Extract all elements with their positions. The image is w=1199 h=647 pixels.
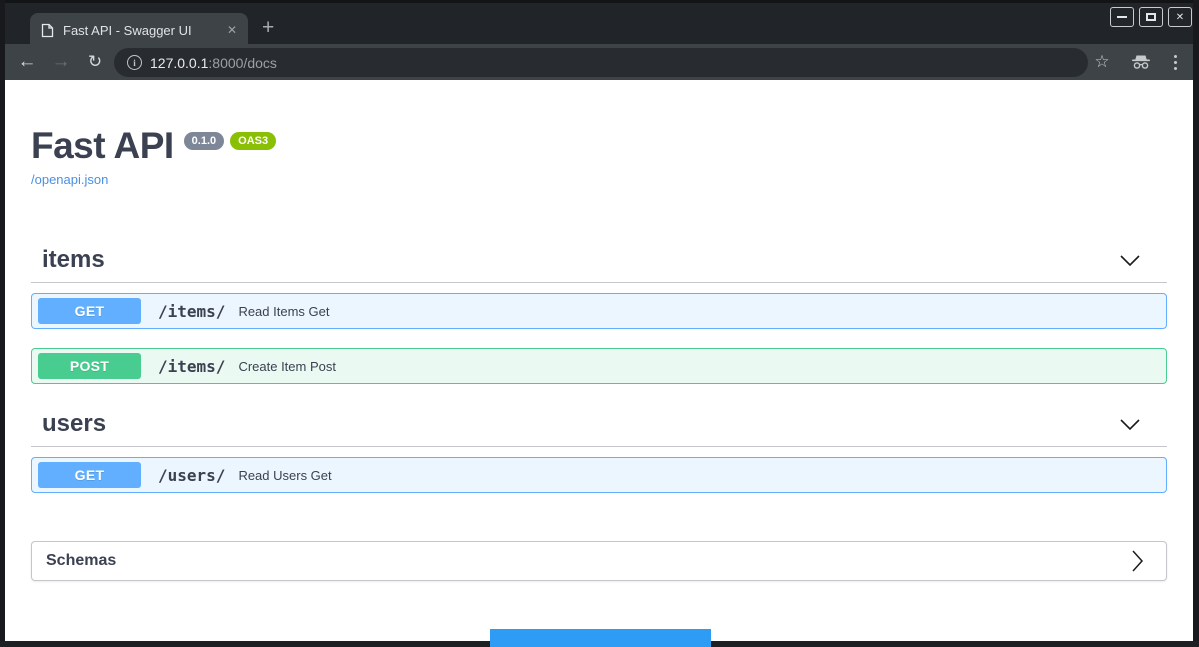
maximize-icon — [1146, 13, 1156, 21]
url-host: 127.0.0.1 — [150, 54, 209, 71]
section-title: items — [42, 246, 105, 273]
browser-menu-icon[interactable] — [1168, 44, 1182, 80]
section-header-items[interactable]: items — [31, 244, 1167, 276]
operation-summary: Create Item Post — [238, 358, 336, 374]
window-controls: ✕ — [1110, 7, 1192, 27]
new-tab-button[interactable]: + — [262, 16, 274, 40]
api-title: Fast API — [31, 125, 174, 166]
site-info-icon[interactable]: i — [127, 55, 142, 70]
url-bar[interactable]: i 127.0.0.1:8000/docs — [114, 48, 1088, 77]
schemas-panel[interactable]: Schemas — [31, 541, 1167, 581]
browser-titlebar: Fast API - Swagger UI ✕ + ✕ — [0, 0, 1199, 47]
operation-row-post-items[interactable]: POST /items/ Create Item Post — [31, 348, 1167, 384]
window-frame-left — [0, 0, 5, 647]
forward-button[interactable]: → — [48, 44, 74, 80]
page-favicon-icon — [41, 23, 54, 38]
operation-row-get-items[interactable]: GET /items/ Read Items Get — [31, 293, 1167, 329]
minimize-icon — [1117, 16, 1127, 18]
section-divider — [31, 446, 1167, 447]
swagger-page: Fast API 0.1.0 OAS3 /openapi.json items … — [5, 80, 1193, 641]
method-badge-post: POST — [38, 353, 141, 379]
section-header-users[interactable]: users — [31, 408, 1167, 440]
window-close-button[interactable]: ✕ — [1168, 7, 1192, 27]
window-minimize-button[interactable] — [1110, 7, 1134, 27]
oas3-badge: OAS3 — [230, 132, 277, 150]
method-badge-get: GET — [38, 462, 141, 488]
chevron-right-icon[interactable] — [1131, 549, 1144, 573]
section-divider — [31, 282, 1167, 283]
browser-tab[interactable]: Fast API - Swagger UI ✕ — [30, 13, 248, 47]
bookmark-star-icon[interactable]: ☆ — [1089, 44, 1115, 80]
operation-path: /users/ — [158, 465, 226, 485]
browser-toolbar: ← → ↻ i 127.0.0.1:8000/docs ☆ — [0, 44, 1199, 80]
back-button[interactable]: ← — [14, 44, 40, 80]
window-maximize-button[interactable] — [1139, 7, 1163, 27]
operation-path: /items/ — [158, 301, 226, 321]
openapi-spec-link[interactable]: /openapi.json — [31, 172, 108, 187]
reload-button[interactable]: ↻ — [82, 44, 108, 80]
url-path: :8000/docs — [208, 54, 277, 71]
incognito-icon[interactable] — [1128, 44, 1154, 80]
chevron-down-icon[interactable] — [1119, 418, 1167, 431]
section-title: users — [42, 410, 107, 437]
method-badge-get: GET — [38, 298, 141, 324]
operation-row-get-users[interactable]: GET /users/ Read Users Get — [31, 457, 1167, 493]
version-badge: 0.1.0 — [183, 132, 225, 150]
schemas-label: Schemas — [46, 552, 117, 569]
tab-close-icon[interactable]: ✕ — [227, 23, 237, 37]
url-text: 127.0.0.1:8000/docs — [150, 55, 277, 71]
tab-title: Fast API - Swagger UI — [63, 22, 192, 38]
chevron-down-icon[interactable] — [1119, 254, 1167, 267]
api-header: Fast API 0.1.0 OAS3 — [31, 125, 277, 166]
operation-summary: Read Users Get — [238, 467, 332, 483]
operation-summary: Read Items Get — [238, 303, 330, 319]
operation-path: /items/ — [158, 356, 226, 376]
window-frame-right — [1193, 0, 1199, 647]
bottom-highlight-bar — [490, 629, 711, 647]
